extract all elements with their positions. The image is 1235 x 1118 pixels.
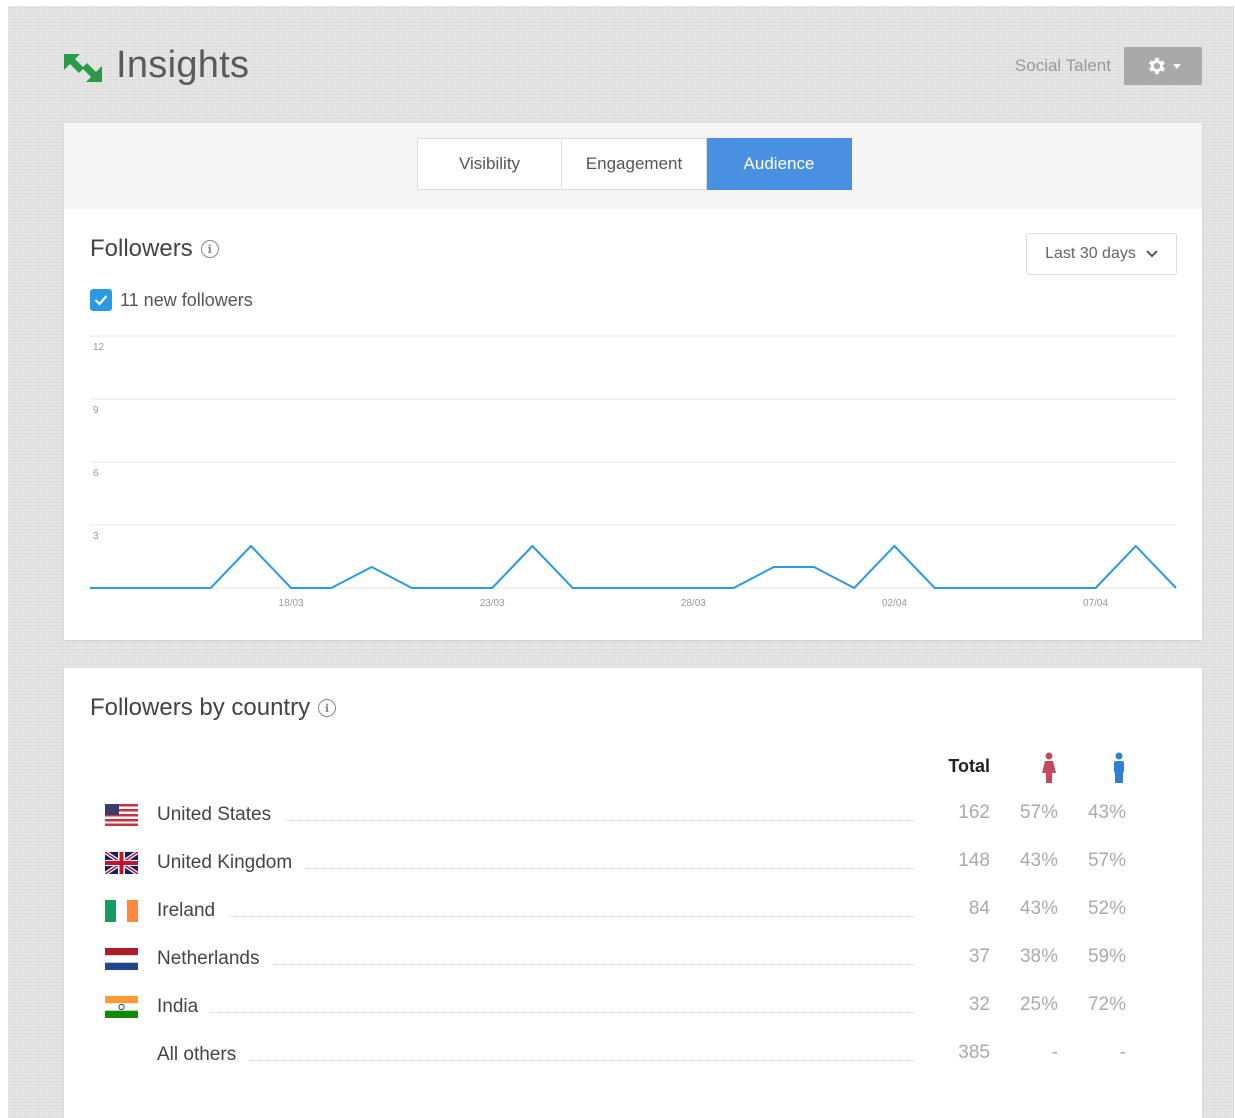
- country-card: Followers by country i Total United Stat…: [64, 668, 1202, 1118]
- male-percent: 59%: [1087, 946, 1126, 967]
- female-percent: -: [1051, 1042, 1058, 1063]
- male-icon: [1114, 752, 1124, 783]
- country-name: United Kingdom: [157, 852, 305, 874]
- user-name[interactable]: Social Talent: [1015, 56, 1111, 76]
- y-tick-label: 6: [93, 468, 99, 479]
- table-row: India 32 25% 72%: [64, 992, 1202, 1026]
- total-value: 162: [958, 802, 990, 823]
- in-flag-icon: [105, 996, 138, 1018]
- dotted-leader: [157, 1012, 915, 1013]
- female-percent: 43%: [1019, 898, 1058, 919]
- table-row: United States 162 57% 43%: [64, 800, 1202, 834]
- y-tick-label: 9: [93, 405, 99, 416]
- country-name: Ireland: [157, 900, 228, 922]
- table-row: All others 385 - -: [64, 1040, 1202, 1074]
- male-percent: -: [1119, 1042, 1126, 1063]
- male-percent: 57%: [1087, 850, 1126, 871]
- country-name: India: [157, 996, 211, 1018]
- country-name: Netherlands: [157, 948, 272, 970]
- country-title: Followers by country i: [90, 694, 337, 722]
- female-percent: 25%: [1019, 994, 1058, 1015]
- x-tick-label: 07/04: [1083, 598, 1108, 609]
- male-percent: 52%: [1087, 898, 1126, 919]
- table-row: Ireland 84 43% 52%: [64, 896, 1202, 930]
- female-percent: 38%: [1019, 946, 1058, 967]
- dotted-leader: [157, 916, 915, 917]
- female-icon: [1042, 752, 1056, 783]
- x-tick-label: 18/03: [279, 598, 304, 609]
- male-percent: 43%: [1087, 802, 1126, 823]
- followers-card: Visibility Engagement Audience Followers…: [64, 123, 1202, 640]
- total-value: 37: [968, 946, 990, 967]
- country-name: All others: [157, 1044, 249, 1066]
- table-row: United Kingdom 148 43% 57%: [64, 848, 1202, 882]
- app-title: Insights: [116, 44, 250, 86]
- followers-line-chart: 12 9 6 3 18/03 23/03 28/03 02/04 07/04: [90, 335, 1177, 609]
- arrows-exchange-icon: [64, 54, 102, 82]
- nl-flag-icon: [105, 948, 138, 970]
- country-title-text: Followers by country: [90, 694, 311, 721]
- series-line-new-followers: [90, 544, 1177, 590]
- gear-icon: [1149, 57, 1165, 75]
- us-flag-icon: [105, 804, 138, 826]
- x-tick-label: 28/03: [681, 598, 706, 609]
- country-name: United States: [157, 804, 284, 826]
- y-tick-label: 3: [93, 531, 99, 542]
- total-value: 148: [958, 850, 990, 871]
- total-value: 84: [968, 898, 990, 919]
- dotted-leader: [157, 1060, 915, 1061]
- male-percent: 72%: [1087, 994, 1126, 1015]
- settings-button[interactable]: [1124, 47, 1202, 85]
- x-tick-label: 02/04: [882, 598, 907, 609]
- column-header-total: Total: [948, 756, 990, 776]
- x-tick-label: 23/03: [480, 598, 505, 609]
- total-value: 32: [968, 994, 990, 1015]
- ie-flag-icon: [105, 900, 138, 922]
- uk-flag-icon: [105, 852, 138, 874]
- info-icon[interactable]: i: [318, 699, 337, 717]
- total-value: 385: [958, 1042, 990, 1063]
- y-tick-label: 12: [93, 342, 105, 353]
- table-row: Netherlands 37 38% 59%: [64, 944, 1202, 978]
- female-percent: 43%: [1019, 850, 1058, 871]
- female-percent: 57%: [1019, 802, 1058, 823]
- chevron-down-icon: [1173, 63, 1181, 69]
